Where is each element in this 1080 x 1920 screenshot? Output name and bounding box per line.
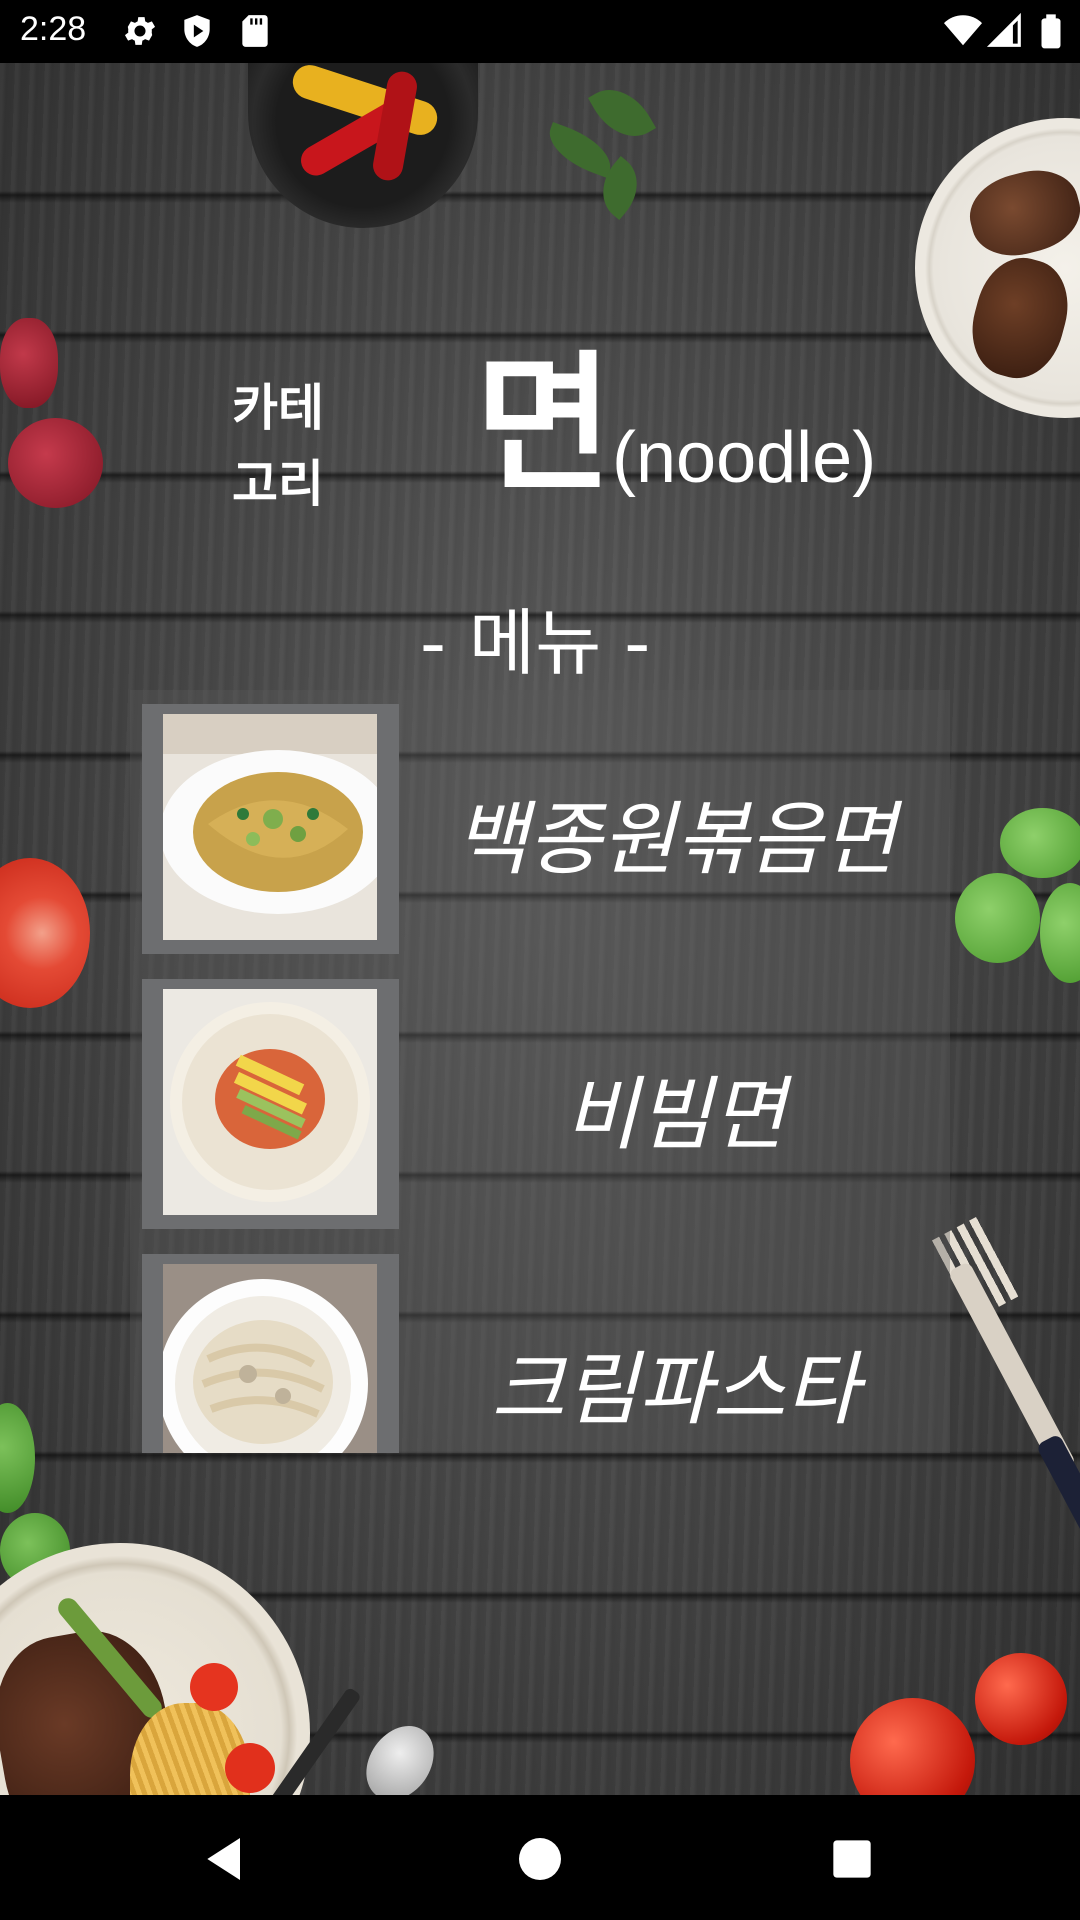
menu-item-thumbnail-frame <box>142 704 399 954</box>
status-bar: 2:28 <box>0 0 1080 63</box>
gear-icon <box>121 12 159 50</box>
basil-decoration <box>1040 883 1080 983</box>
wifi-icon <box>944 12 982 50</box>
category-label: 카테 고리 <box>232 370 342 522</box>
menu-list[interactable]: 백종원볶음면 비빔면 크림파스타 <box>130 690 950 1453</box>
basil-decoration <box>1000 808 1080 878</box>
tomato-decoration <box>975 1653 1067 1745</box>
menu-item-thumbnail-frame <box>142 979 399 1229</box>
spoon-decoration <box>352 1713 448 1795</box>
menu-item-name: 비빔면 <box>564 1068 786 1161</box>
raw-meat-decoration <box>0 318 58 408</box>
status-time: 2:28 <box>20 10 87 48</box>
menu-item-cream-pasta[interactable]: 크림파스타 <box>130 1240 950 1453</box>
home-icon[interactable] <box>512 1831 568 1887</box>
menu-item-name: 크림파스타 <box>491 1343 859 1436</box>
menu-item-name: 백종원볶음면 <box>454 793 896 886</box>
basil-decoration <box>0 1403 35 1513</box>
raw-meat-decoration <box>8 418 103 508</box>
sd-card-icon <box>236 12 274 50</box>
menu-item-bibim-noodles[interactable]: 비빔면 <box>130 965 950 1240</box>
cherry-tomato-decoration <box>190 1663 238 1711</box>
category-title: 면 <box>475 338 614 512</box>
recents-icon[interactable] <box>824 1831 880 1887</box>
battery-icon <box>1032 12 1070 50</box>
navigation-bar <box>0 1795 1080 1920</box>
herb-leaf-decoration <box>587 76 657 150</box>
category-title-english: (noodle) <box>612 418 877 498</box>
category-label-line1: 카테 <box>232 379 324 437</box>
signal-icon <box>986 12 1024 50</box>
stir-fried-noodles-photo <box>163 714 377 940</box>
tomato-slice-decoration <box>0 858 90 1008</box>
menu-item-stir-fried-noodles[interactable]: 백종원볶음면 <box>130 690 950 965</box>
cream-pasta-photo <box>163 1264 377 1453</box>
menu-item-thumbnail-frame <box>142 1254 399 1453</box>
bibim-noodles-photo <box>163 989 377 1215</box>
herb-leaf-decoration <box>541 122 619 178</box>
back-icon[interactable] <box>198 1831 254 1887</box>
menu-heading: - 메뉴 - <box>420 601 651 685</box>
basil-decoration <box>955 873 1040 963</box>
play-protect-icon <box>178 12 216 50</box>
tomato-decoration <box>850 1698 975 1795</box>
cherry-tomato-decoration <box>225 1743 275 1793</box>
fork-decoration <box>1035 1433 1080 1543</box>
category-label-line2: 고리 <box>232 455 324 513</box>
